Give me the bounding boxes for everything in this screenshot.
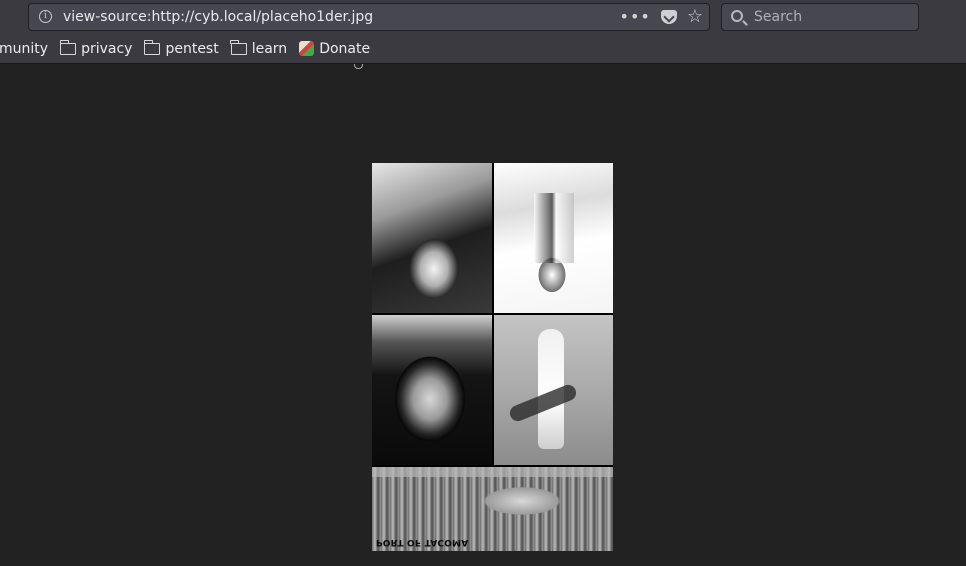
bookmark-label: munity [0, 40, 49, 57]
bookmark-folder-pentest[interactable]: pentest [143, 39, 219, 57]
bookmark-folder-learn[interactable]: learn [230, 39, 288, 57]
search-bar[interactable]: Search [721, 3, 919, 31]
folder-icon [143, 39, 161, 55]
bookmark-label: pentest [165, 40, 219, 57]
bookmark-label: Donate [319, 40, 371, 57]
bookmarks-toolbar: munity privacy pentest learn Donate [0, 34, 966, 64]
port-caption: PORT OF TACOMA [376, 537, 469, 547]
image-tile-guitarist [494, 315, 613, 465]
search-icon [731, 10, 743, 22]
bookmark-label: learn [251, 40, 288, 57]
donate-icon [299, 41, 315, 56]
bookmark-star-icon[interactable]: ☆ [687, 8, 703, 26]
url-text[interactable]: view-source:http://cyb.local/placeho1der… [63, 9, 373, 25]
url-bar[interactable]: i view-source:http://cyb.local/placeho1d… [28, 3, 710, 31]
bookmark-community[interactable]: munity [0, 41, 48, 57]
navigation-toolbar: i view-source:http://cyb.local/placeho1d… [0, 0, 966, 34]
image-tile-portrait-2 [494, 163, 613, 313]
pocket-icon[interactable] [660, 10, 677, 24]
folder-icon [59, 39, 77, 55]
site-info-icon[interactable]: i [39, 10, 52, 23]
page-actions-menu-icon[interactable]: ••• [620, 9, 651, 25]
image-tile-portrait-3 [372, 315, 492, 465]
search-placeholder: Search [754, 9, 803, 25]
placeholder-image[interactable]: PORT OF TACOMA [372, 163, 613, 551]
page-actions: ••• ☆ [620, 7, 703, 27]
bookmark-folder-privacy[interactable]: privacy [59, 39, 133, 57]
bookmark-label: privacy [81, 40, 133, 57]
bookmark-donate[interactable]: Donate [299, 41, 370, 57]
image-tile-port-aerial: PORT OF TACOMA [372, 467, 613, 551]
mouse-cursor-icon [354, 64, 363, 69]
image-tile-portrait-1 [372, 163, 492, 313]
folder-icon [230, 39, 247, 55]
